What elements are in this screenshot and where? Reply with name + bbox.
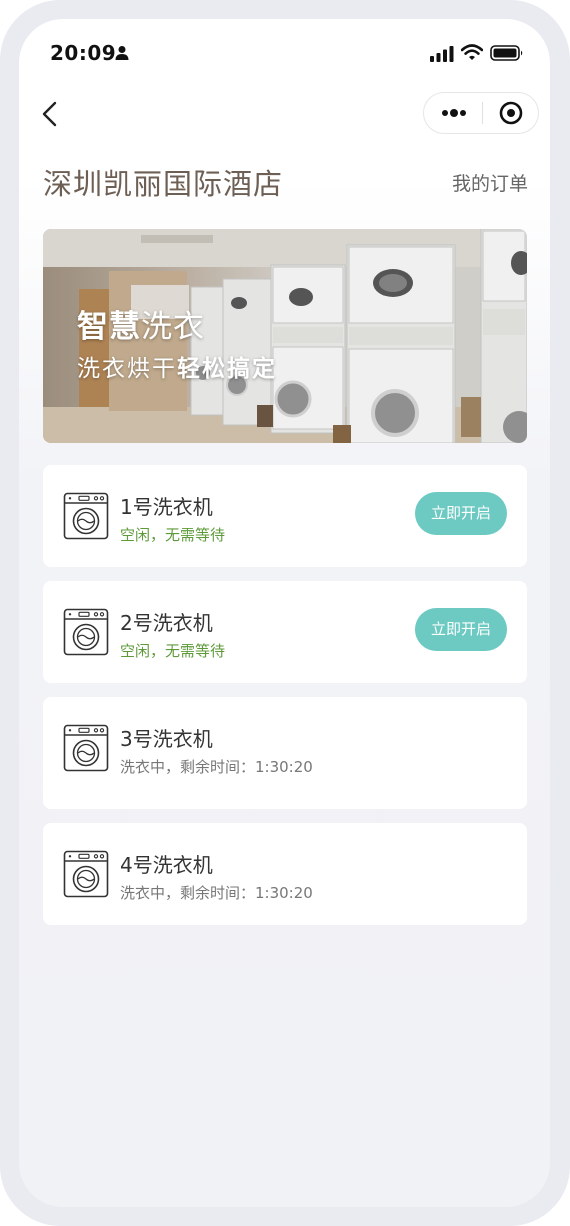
person-icon <box>115 46 129 60</box>
machine-name: 4号洗衣机 <box>120 853 213 877</box>
banner-subtitle: 洗衣烘干轻松搞定 <box>77 349 277 383</box>
banner-title: 智慧洗衣 <box>77 301 205 346</box>
mini-program-capsule <box>423 92 539 134</box>
app-screen: 20:09 深圳凯丽国际酒店 我的订单 智慧洗衣 洗衣烘干轻松搞定 1号洗衣机 … <box>19 19 550 1207</box>
banner-title-rest: 洗衣 <box>141 309 205 345</box>
close-mini-program-button[interactable] <box>483 93 539 133</box>
machine-status: 空闲，无需等待 <box>120 642 226 660</box>
washing-machine-icon <box>63 724 109 772</box>
start-machine-2-button[interactable]: 立即开启 <box>415 608 507 651</box>
machine-status: 洗衣中，剩余时间：1:30:20 <box>120 758 313 776</box>
target-close-icon <box>499 101 523 125</box>
signal-icon <box>430 46 454 62</box>
machine-card-3[interactable]: 3号洗衣机 洗衣中，剩余时间：1:30:20 <box>43 697 527 809</box>
more-button[interactable] <box>424 93 482 133</box>
machine-status: 洗衣中，剩余时间：1:30:20 <box>120 884 313 902</box>
washing-machine-icon <box>63 850 109 898</box>
washing-machine-icon <box>63 492 109 540</box>
machine-card-4[interactable]: 4号洗衣机 洗衣中，剩余时间：1:30:20 <box>43 823 527 925</box>
more-dots-icon <box>442 109 466 117</box>
washing-machine-icon <box>63 608 109 656</box>
machine-card-1[interactable]: 1号洗衣机 空闲，无需等待 立即开启 <box>43 465 527 567</box>
my-orders-link[interactable]: 我的订单 <box>452 169 528 196</box>
start-machine-1-button[interactable]: 立即开启 <box>415 492 507 535</box>
hotel-name: 深圳凯丽国际酒店 <box>43 167 284 201</box>
phone-frame: 20:09 深圳凯丽国际酒店 我的订单 智慧洗衣 洗衣烘干轻松搞定 1号洗衣机 … <box>0 0 570 1226</box>
status-bar: 20:09 <box>19 19 550 89</box>
machine-card-2[interactable]: 2号洗衣机 空闲，无需等待 立即开启 <box>43 581 527 683</box>
banner-subtitle-plain: 洗衣烘干 <box>77 356 177 382</box>
machine-status: 空闲，无需等待 <box>120 526 226 544</box>
back-button[interactable] <box>39 97 63 131</box>
status-time: 20:09 <box>50 41 117 65</box>
battery-icon <box>490 45 523 61</box>
chevron-left-icon <box>42 101 57 127</box>
laundry-banner: 智慧洗衣 洗衣烘干轻松搞定 <box>43 229 527 443</box>
banner-title-bold: 智慧 <box>77 309 141 345</box>
banner-subtitle-bold: 轻松搞定 <box>177 356 277 382</box>
wifi-icon <box>461 44 483 60</box>
machine-name: 2号洗衣机 <box>120 611 213 635</box>
machine-name: 3号洗衣机 <box>120 727 213 751</box>
machine-name: 1号洗衣机 <box>120 495 213 519</box>
